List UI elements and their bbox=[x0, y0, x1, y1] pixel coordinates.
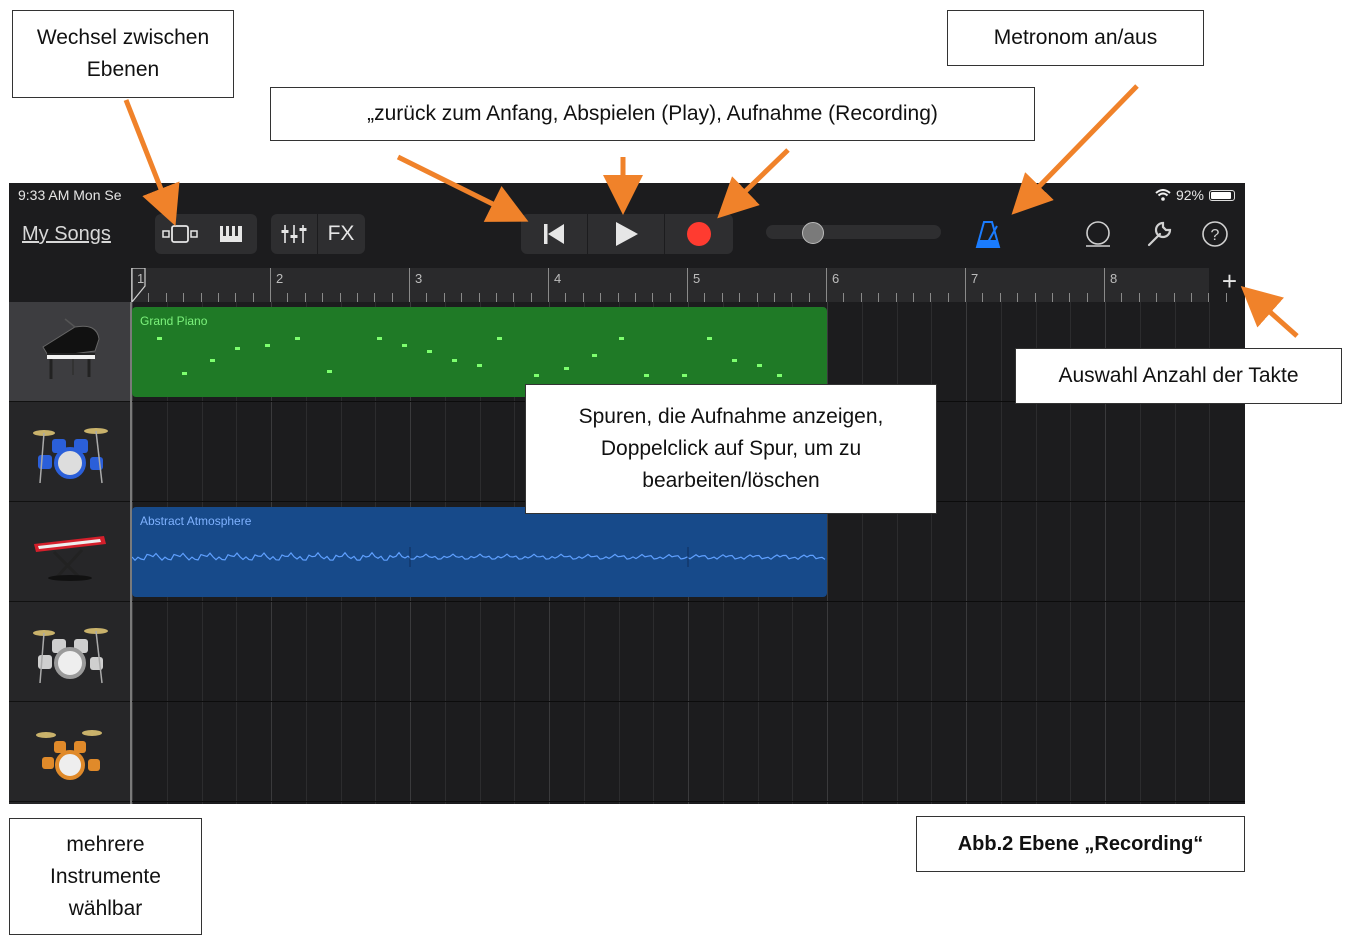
arrow-to-add-bars bbox=[1240, 286, 1299, 338]
arrow-to-beginning bbox=[396, 154, 529, 222]
arrow-to-view-switch bbox=[123, 99, 180, 226]
arrow-to-record bbox=[717, 148, 790, 219]
arrow-to-metronome bbox=[1011, 84, 1139, 215]
annotation-arrows bbox=[123, 84, 1299, 338]
